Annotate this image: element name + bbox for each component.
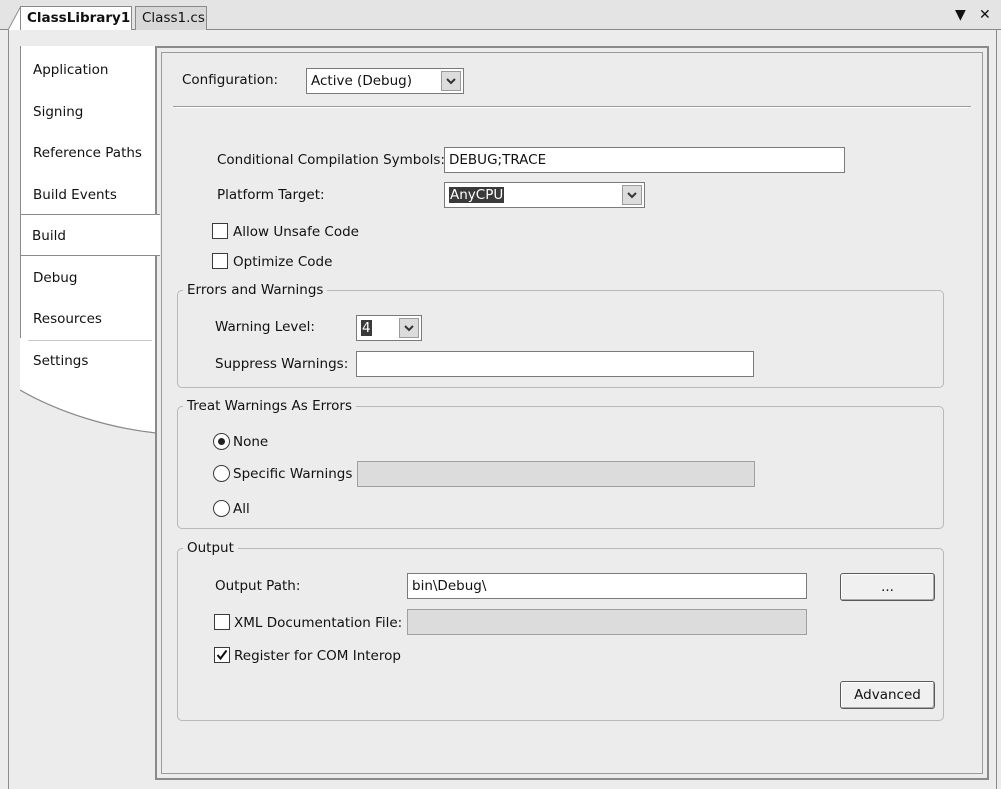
radio-all[interactable] <box>213 500 230 517</box>
optimize-code-checkbox[interactable] <box>212 253 228 269</box>
chevron-down-icon[interactable] <box>622 185 642 205</box>
radio-selected-dot <box>218 438 225 445</box>
sidebar-item-reference-paths[interactable]: Reference Paths <box>22 129 154 170</box>
tab-list-dropdown-icon[interactable]: ▼ <box>955 7 966 23</box>
sidebar-item-label: Build <box>32 228 66 244</box>
radio-specific-label: Specific Warnings <box>233 466 353 482</box>
output-path-input[interactable]: bin\Debug\ <box>407 573 807 599</box>
platform-value: AnyCPU <box>449 187 505 203</box>
sidebar-item-label: Signing <box>33 104 84 120</box>
optimize-code-label: Optimize Code <box>233 254 333 270</box>
symbols-label: Conditional Compilation Symbols: <box>217 152 445 168</box>
com-interop-label: Register for COM Interop <box>234 648 401 664</box>
xml-documentation-input <box>407 609 807 635</box>
suppress-warnings-label: Suppress Warnings: <box>215 356 349 372</box>
radio-none[interactable] <box>213 433 230 450</box>
allow-unsafe-label: Allow Unsafe Code <box>233 224 359 240</box>
sidebar-item-label: Settings <box>33 353 89 369</box>
suppress-warnings-input[interactable] <box>356 351 754 377</box>
sidebar-item-label: Debug <box>33 270 78 286</box>
sidebar-item-label: Build Events <box>33 187 117 203</box>
sidebar-item-debug[interactable]: Debug <box>22 257 154 297</box>
warning-level-label: Warning Level: <box>215 319 315 335</box>
com-interop-checkbox[interactable] <box>214 647 230 663</box>
warning-level-dropdown[interactable]: 4 <box>356 315 422 341</box>
sidebar-item-signing[interactable]: Signing <box>22 88 154 129</box>
sidebar-item-resources[interactable]: Resources <box>22 296 154 338</box>
sidebar-item-label: Reference Paths <box>33 145 142 161</box>
xml-documentation-checkbox[interactable] <box>214 614 230 630</box>
errors-warnings-title: Errors and Warnings <box>183 282 328 298</box>
output-path-value: bin\Debug\ <box>412 578 487 594</box>
symbols-value: DEBUG;TRACE <box>449 152 547 168</box>
sidebar-item-label: Resources <box>33 311 102 327</box>
conditional-symbols-input[interactable]: DEBUG;TRACE <box>444 147 845 173</box>
treat-warnings-title: Treat Warnings As Errors <box>183 398 357 414</box>
radio-none-label: None <box>233 434 269 450</box>
platform-target-dropdown[interactable]: AnyCPU <box>444 182 645 208</box>
checkmark-icon <box>216 649 228 661</box>
sidebar-item-application[interactable]: Application <box>22 46 154 87</box>
sidebar-item-build[interactable]: Build <box>20 214 160 256</box>
configuration-value: Active (Debug) <box>311 73 412 89</box>
chevron-down-icon[interactable] <box>441 71 461 91</box>
radio-specific-warnings[interactable] <box>213 465 230 482</box>
advanced-button[interactable]: Advanced <box>840 681 935 709</box>
configuration-label: Configuration: <box>182 72 279 88</box>
close-icon[interactable]: ✕ <box>979 7 991 23</box>
xml-documentation-label: XML Documentation File: <box>234 615 403 631</box>
configuration-divider <box>173 106 971 108</box>
browse-button[interactable]: ... <box>840 573 935 601</box>
configuration-dropdown[interactable]: Active (Debug) <box>306 68 464 94</box>
radio-all-label: All <box>233 501 250 517</box>
allow-unsafe-checkbox[interactable] <box>212 223 228 239</box>
output-path-label: Output Path: <box>215 578 301 594</box>
sidebar-item-label: Application <box>33 62 109 78</box>
tab-classlibrary1[interactable]: ClassLibrary1 <box>20 6 132 31</box>
output-title: Output <box>183 540 238 556</box>
platform-label: Platform Target: <box>217 187 325 203</box>
chevron-down-icon[interactable] <box>399 318 419 338</box>
tab-class1-cs[interactable]: Class1.cs <box>135 6 207 30</box>
specific-warnings-input <box>357 461 755 487</box>
sidebar-item-settings[interactable]: Settings <box>22 338 154 378</box>
sidebar-item-build-events[interactable]: Build Events <box>22 171 154 212</box>
warning-level-value: 4 <box>361 320 372 336</box>
